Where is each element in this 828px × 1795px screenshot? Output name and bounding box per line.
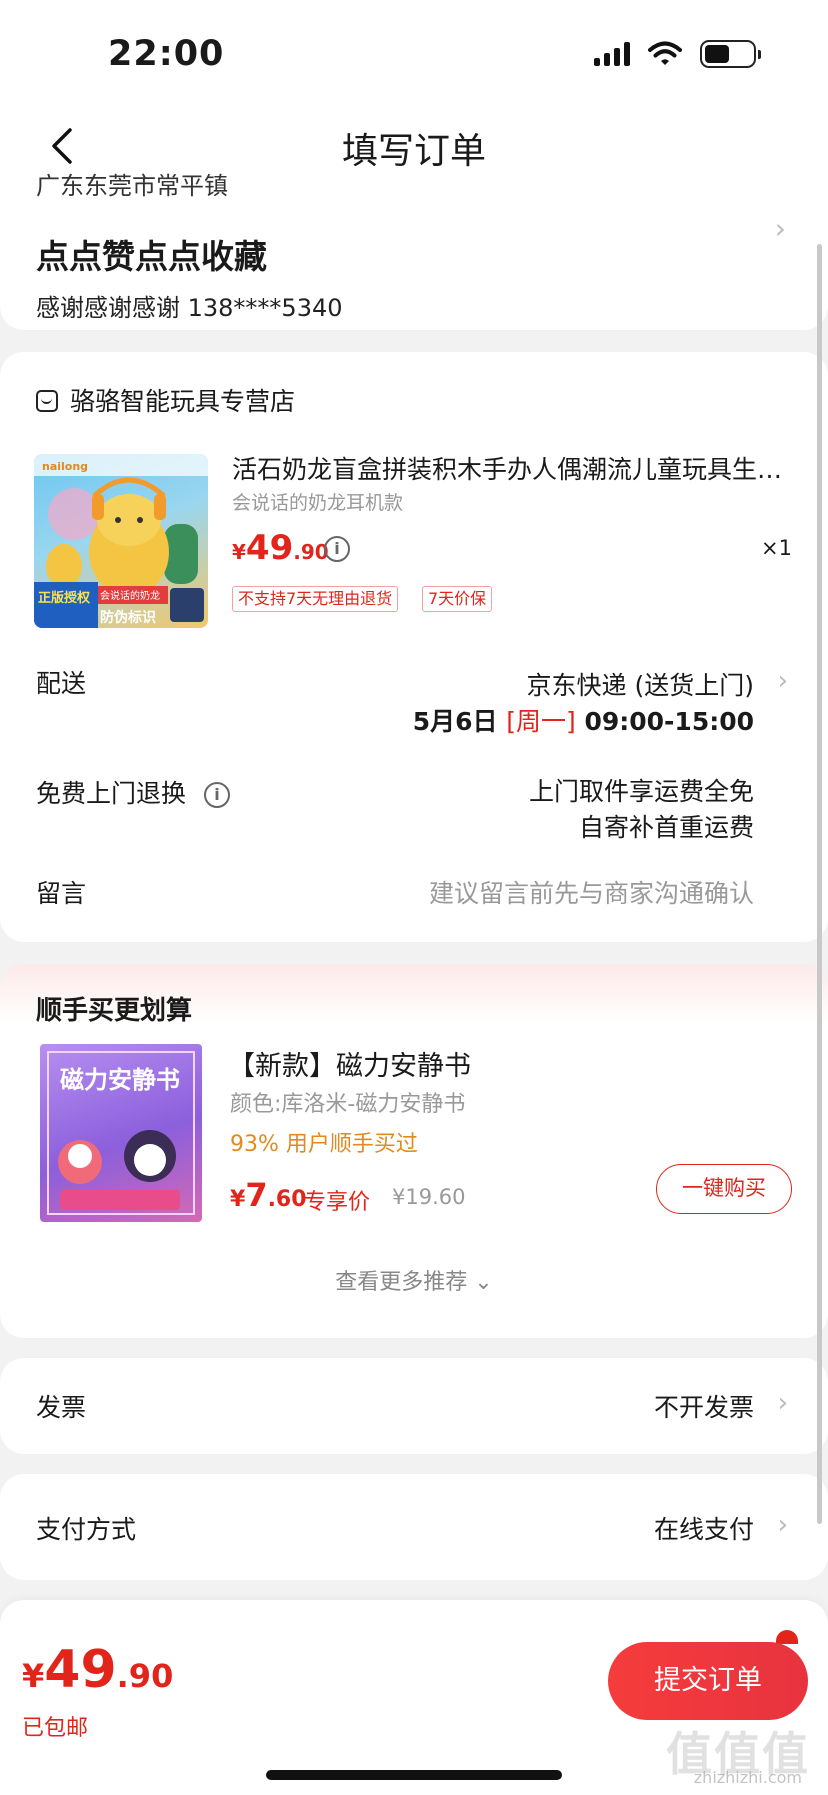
recommend-name[interactable]: 【新款】磁力安静书 [228,1044,471,1083]
recommend-price: ¥7.60 [230,1176,307,1214]
return-line-1: 上门取件享运费全免 [528,777,754,806]
price-info-icon[interactable]: i [324,536,350,562]
product-image-badge-2: 防伪标识 [100,609,156,626]
chevron-right-icon: › [774,212,786,245]
status-icons [594,40,761,68]
return-line-2: 自寄补首重运费 [578,813,754,842]
notification-dot [776,1630,798,1644]
store-icon [36,390,58,412]
payment-label: 支付方式 [36,1515,137,1544]
battery-icon [700,40,761,68]
recommend-bought: 93% 用户顺手买过 [230,1132,418,1157]
signal-icon [594,42,630,66]
product-image-caption: 会说话的奶龙 [100,589,160,602]
recommend-image[interactable]: 磁力安静书 [40,1044,202,1222]
store-name[interactable]: 骆骆智能玩具专营店 [70,382,295,418]
chevron-right-icon: › [777,1388,788,1418]
message-input[interactable]: 建议留言前先与商家沟通确认 [429,874,754,910]
delivery-method: 京东快递 (送货上门) [526,671,754,700]
total-price: ¥49.90 [22,1640,174,1700]
one-click-buy-button[interactable]: 一键购买 [656,1164,792,1214]
recommend-exclusive-label: 专享价 [304,1190,371,1215]
product-image-badge: 正版授权 [38,590,91,606]
product-price: ¥49.90 [232,528,329,568]
free-shipping-label: 已包邮 [22,1716,89,1741]
recommend-title: 顺手买更划算 [36,996,193,1026]
wifi-icon [648,41,682,65]
tag-no-return: 不支持7天无理由退货 [232,586,399,612]
recommend-color: 颜色:库洛米-磁力安静书 [230,1092,466,1117]
delivery-schedule: 5月6日 [周一] 09:00-15:00 [412,707,754,736]
product-image[interactable]: nailong 正版授权 会说话的奶龙 防伪标识 [34,454,208,628]
store-card: 骆骆智能玩具专营店 nailong 正版授权 会说话的奶龙 防伪标识 活石奶龙盲… [0,352,828,942]
page-title: 填写订单 [341,131,486,172]
product-image-brand: nailong [42,460,88,473]
payment-row[interactable]: 支付方式 在线支付 › [0,1474,828,1580]
message-label: 留言 [36,879,87,908]
status-time: 22:00 [108,34,225,74]
return-label: 免费上门退换 i [36,774,230,810]
payment-value: 在线支付 [653,1515,754,1544]
address-contact: 感谢感谢感谢 138****5340 [36,294,343,322]
product-quantity: ×1 [761,536,792,560]
address-card[interactable]: 广东东莞市常平镇 点点赞点点收藏 感谢感谢感谢 138****5340 › [0,170,828,330]
delivery-label: 配送 [36,669,87,698]
more-recommend-link[interactable]: 查看更多推荐 ⌄ [0,1264,828,1296]
invoice-value: 不开发票 [653,1393,754,1422]
home-indicator[interactable] [266,1770,562,1780]
tag-price-protect: 7天价保 [422,586,493,612]
return-info-icon[interactable]: i [203,782,230,808]
submit-order-button[interactable]: 提交订单 [608,1642,808,1720]
recommend-image-title: 磁力安静书 [60,1066,180,1094]
address-name: 点点赞点点收藏 [36,237,267,276]
invoice-label: 发票 [36,1393,87,1422]
product-spec: 会说话的奶龙耳机款 [232,492,404,514]
product-title[interactable]: 活石奶龙盲盒拼装积木手办人偶潮流儿童玩具生… [232,450,792,486]
watermark-url: zhizhizhi.com [693,1768,802,1787]
address-region: 广东东莞市常平镇 [36,172,228,200]
recommend-original-price: ¥19.60 [392,1185,466,1209]
status-bar: 22:00 [0,0,828,100]
scrollbar[interactable] [817,244,822,1524]
chevron-right-icon: › [777,1510,788,1540]
invoice-row[interactable]: 发票 不开发票 › [0,1358,828,1454]
chevron-right-icon: › [777,666,788,696]
recommend-card: 顺手买更划算 磁力安静书 【新款】磁力安静书 颜色:库洛米-磁力安静书 93% … [0,964,828,1338]
